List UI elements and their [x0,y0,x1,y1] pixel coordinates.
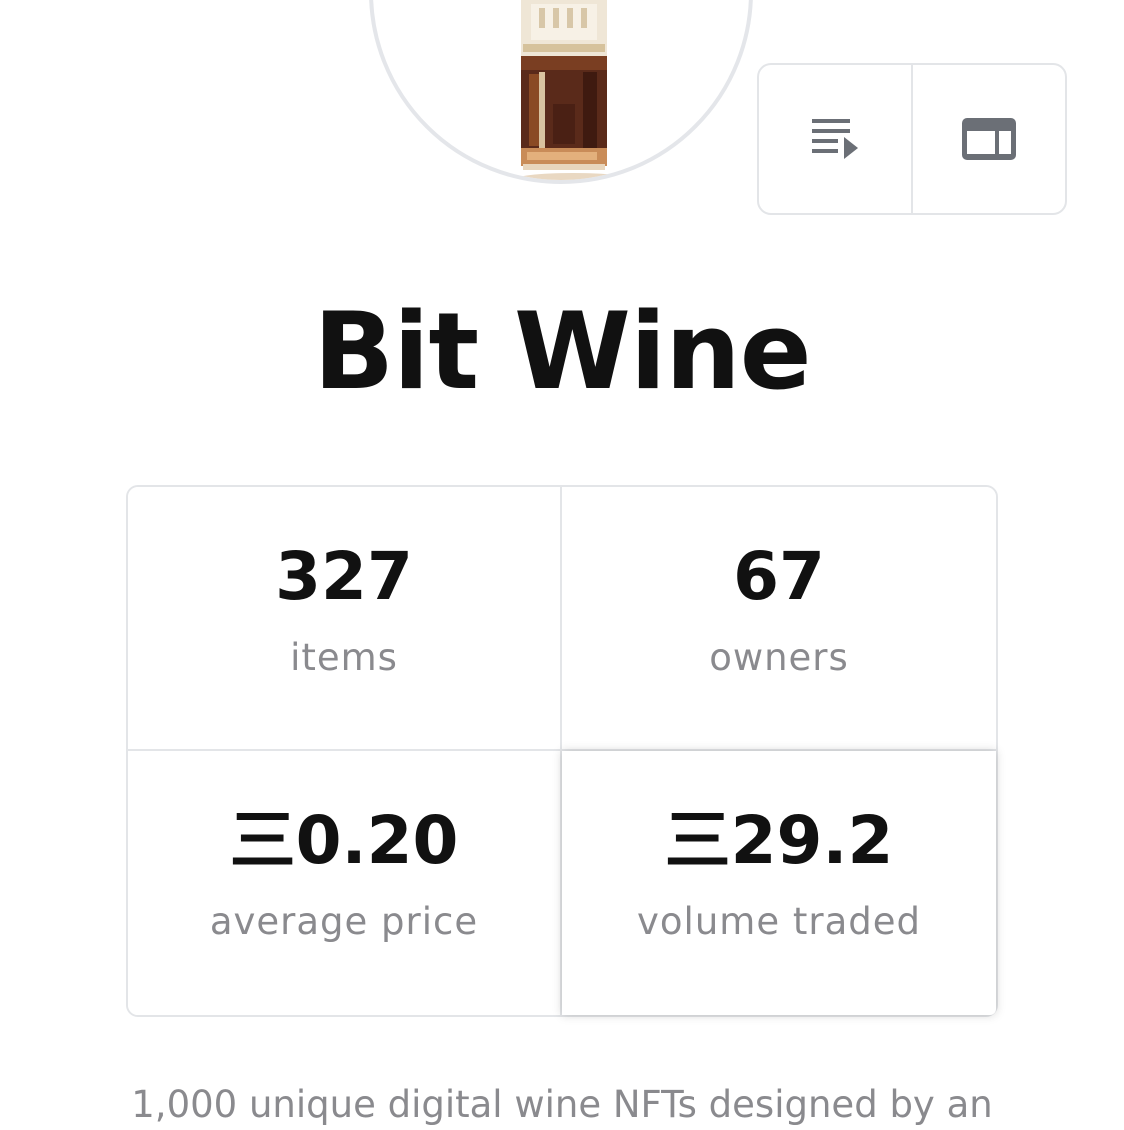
stat-value: 327 [275,538,413,615]
stat-average-price[interactable]: 三0.20 average price [128,751,562,1015]
stat-value: 67 [733,538,825,615]
playlist-icon [812,119,858,159]
stat-value: 三0.20 [229,802,459,879]
wine-bottle-icon [513,0,633,180]
collection-description: 1,000 unique digital wine NFTs designed … [131,1083,993,1126]
stats-grid: 327 items 67 owners 三0.20 average price … [126,485,998,1017]
stat-volume-traded[interactable]: 三29.2 volume traded [562,751,996,1015]
stat-label: volume traded [637,900,921,943]
list-view-button[interactable] [759,65,911,213]
stat-label: average price [209,900,479,943]
collection-avatar [369,0,753,184]
view-toggle [757,63,1067,215]
stat-items[interactable]: 327 items [128,487,562,751]
stat-label: owners [709,636,849,679]
stat-value: 三29.2 [664,802,894,879]
stat-owners[interactable]: 67 owners [562,487,996,751]
web-layout-icon [962,118,1016,160]
stat-label: items [290,636,398,679]
grid-view-button[interactable] [911,65,1065,213]
collection-title: Bit Wine [313,290,811,413]
